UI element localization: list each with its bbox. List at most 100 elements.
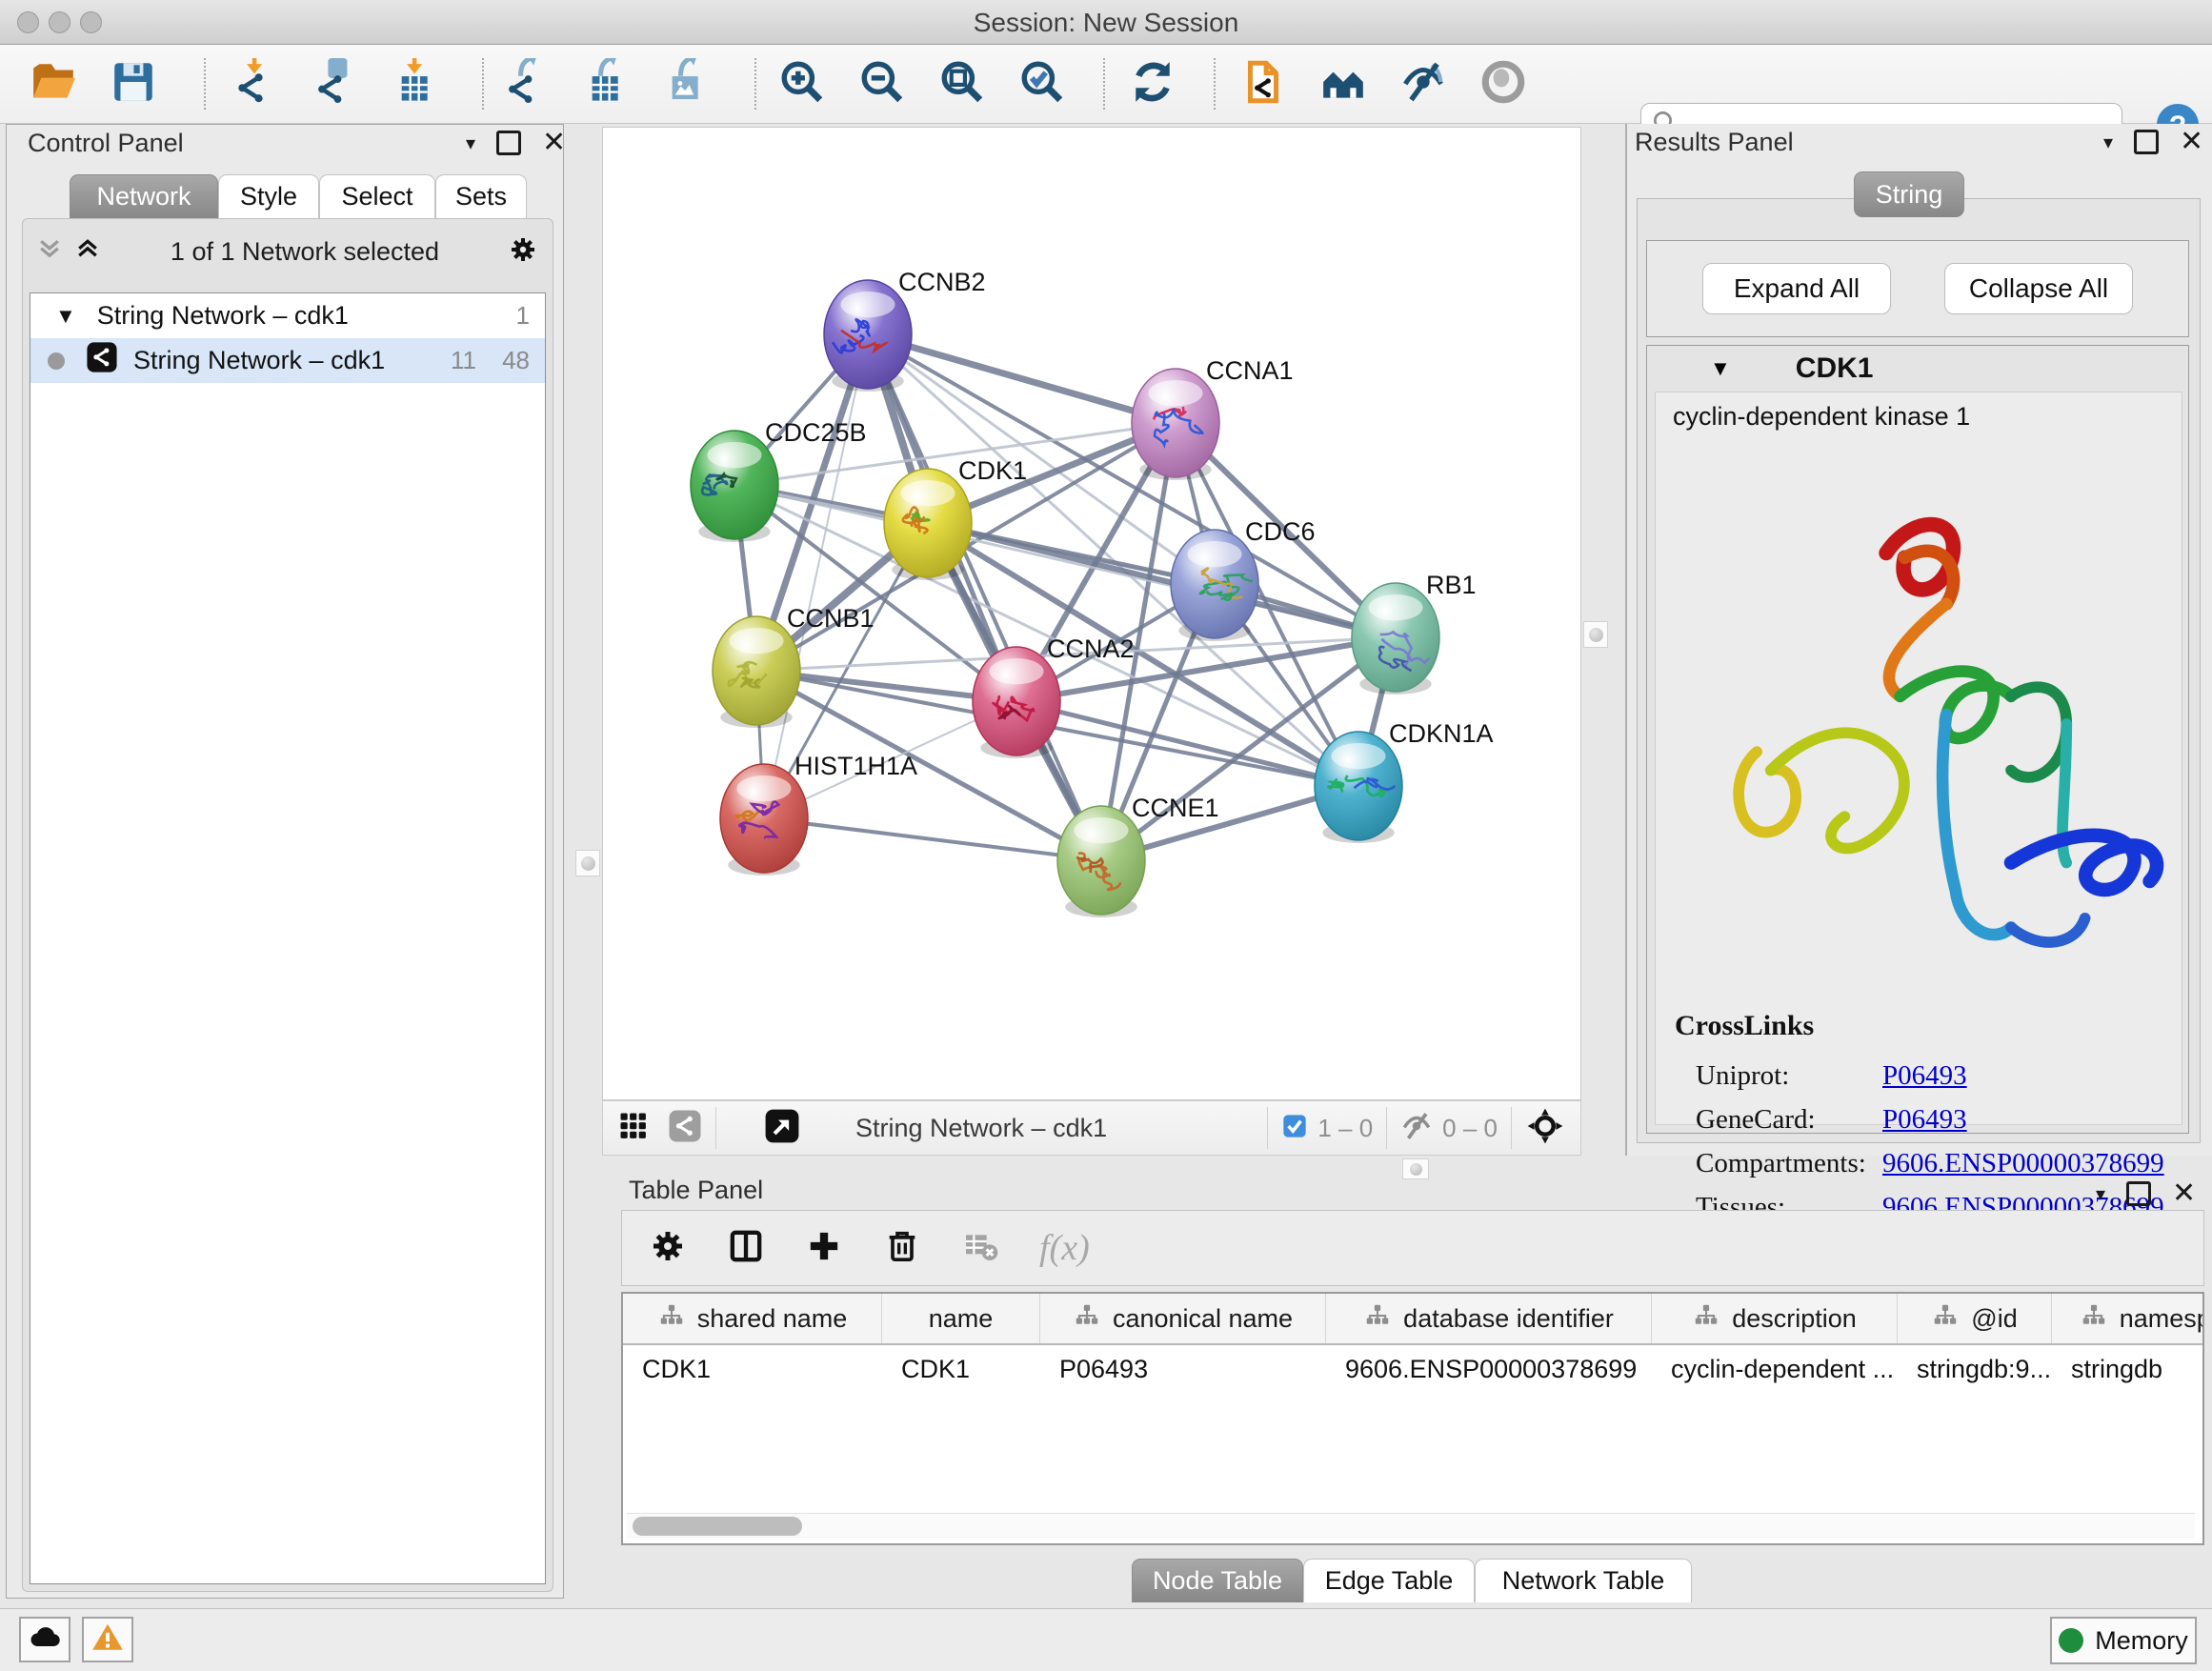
refresh-button[interactable] — [1128, 59, 1177, 109]
column-header-name[interactable]: name — [882, 1294, 1040, 1343]
selected-checkbox-icon[interactable] — [1281, 1113, 1308, 1144]
network-options-gear-icon[interactable] — [508, 234, 538, 270]
table-cell[interactable]: cyclin-dependent ... — [1652, 1355, 1898, 1384]
network-node-CDKN1A[interactable]: CDKN1A — [1315, 719, 1494, 843]
collapse-all-networks-icon[interactable] — [35, 235, 64, 269]
save-session-button[interactable] — [109, 59, 158, 109]
main-toolbar: ? — [0, 45, 2212, 124]
hidden-eye-slash-icon[interactable] — [1400, 1110, 1433, 1147]
table-cell[interactable]: 9606.ENSP00000378699 — [1326, 1355, 1652, 1384]
tab-node-table[interactable]: Node Table — [1132, 1559, 1303, 1602]
column-header-canonical-name[interactable]: canonical name — [1040, 1294, 1326, 1343]
crosslink-link[interactable]: P06493 — [1882, 1104, 1967, 1136]
table-row[interactable]: CDK1CDK1P064939606.ENSP00000378699cyclin… — [623, 1345, 2202, 1393]
column-header-@id[interactable]: @id — [1898, 1294, 2052, 1343]
show-columns-button[interactable] — [727, 1227, 765, 1270]
panel-float-icon[interactable] — [2126, 1181, 2151, 1206]
column-header-namespace[interactable]: namespace — [2052, 1294, 2204, 1343]
table-horizontal-scrollbar[interactable] — [627, 1513, 2195, 1539]
tab-edge-table[interactable]: Edge Table — [1303, 1559, 1475, 1602]
string-home-button[interactable] — [1318, 59, 1368, 109]
network-node-HIST1H1A[interactable]: HIST1H1A — [720, 752, 917, 876]
zoom-selected-button[interactable] — [1017, 59, 1067, 109]
gene-name: CDK1 — [1796, 352, 1874, 385]
export-image-button[interactable] — [663, 59, 713, 109]
tab-network-table[interactable]: Network Table — [1475, 1559, 1692, 1602]
panel-collapse-icon[interactable]: ▾ — [2103, 131, 2113, 154]
network-node-CDC25B[interactable]: CDC25B — [691, 418, 867, 542]
import-network-button[interactable] — [232, 59, 282, 109]
right-splitter-handle[interactable] — [1583, 621, 1608, 648]
panel-close-icon[interactable]: ✕ — [2180, 132, 2203, 151]
section-expander-icon[interactable]: ▼ — [1710, 356, 1731, 381]
bottom-splitter-handle[interactable] — [1402, 1158, 1429, 1179]
delete-table-button[interactable] — [961, 1227, 999, 1270]
panel-close-icon[interactable]: ✕ — [2172, 1184, 2196, 1203]
table-options-button[interactable] — [649, 1227, 687, 1270]
panel-float-icon[interactable] — [2134, 130, 2159, 154]
network-view-canvas[interactable]: CCNB2 CCNA1 CDC25B CDK1 CDC6 — [602, 127, 1581, 1100]
memory-button[interactable]: Memory — [2050, 1617, 2197, 1664]
column-header-shared-name[interactable]: shared name — [623, 1294, 882, 1343]
function-builder-button[interactable]: f(x) — [1039, 1227, 1090, 1269]
column-header-description[interactable]: description — [1652, 1294, 1898, 1343]
node-label: CCNB2 — [898, 268, 986, 296]
tab-select[interactable]: Select — [319, 174, 435, 218]
tab-style[interactable]: Style — [218, 174, 319, 218]
node-table[interactable]: shared namenamecanonical namedatabase id… — [621, 1292, 2204, 1545]
collection-expander-icon[interactable]: ▼ — [55, 304, 76, 329]
export-network-button[interactable] — [503, 59, 553, 109]
expand-all-networks-icon[interactable] — [73, 235, 102, 269]
network-edge[interactable] — [928, 523, 1396, 637]
delete-columns-button[interactable] — [883, 1227, 921, 1270]
create-column-button[interactable] — [805, 1227, 843, 1270]
scrollbar-thumb[interactable] — [633, 1517, 802, 1536]
network-edge[interactable] — [764, 818, 1101, 860]
grid-view-icon[interactable] — [616, 1109, 651, 1148]
network-edge[interactable] — [868, 334, 1101, 860]
network-graph[interactable]: CCNB2 CCNA1 CDC25B CDK1 CDC6 — [603, 128, 1580, 1099]
panel-collapse-icon[interactable]: ▾ — [2096, 1182, 2105, 1206]
open-session-button[interactable] — [29, 59, 78, 109]
tab-network[interactable]: Network — [70, 174, 218, 218]
node-label: CCNB1 — [787, 604, 875, 633]
network-row[interactable]: String Network – cdk1 11 48 — [30, 338, 545, 383]
table-cell[interactable]: P06493 — [1040, 1355, 1326, 1384]
network-selector-bar: 1 of 1 Network selected — [22, 230, 552, 273]
table-cell[interactable]: stringdb:9... — [1898, 1355, 2052, 1384]
zoom-fit-button[interactable] — [937, 59, 987, 109]
table-cell[interactable]: stringdb — [2052, 1355, 2204, 1384]
network-collection-row[interactable]: ▼ String Network – cdk1 1 — [30, 293, 545, 338]
expand-all-button[interactable]: Expand All — [1702, 263, 1891, 314]
crosslink-link[interactable]: 9606.ENSP00000378699 — [1882, 1148, 2164, 1179]
import-table-button[interactable] — [392, 59, 442, 109]
show-details-button[interactable] — [1478, 59, 1528, 109]
network-node-CCNE1[interactable]: CCNE1 — [1057, 794, 1219, 917]
export-table-button[interactable] — [583, 59, 633, 109]
table-cell[interactable]: CDK1 — [623, 1355, 882, 1384]
warnings-button[interactable] — [82, 1617, 133, 1662]
tab-sets[interactable]: Sets — [435, 174, 527, 218]
panel-close-icon[interactable]: ✕ — [542, 133, 566, 152]
crosslink-link[interactable]: P06493 — [1882, 1060, 1967, 1092]
birds-eye-view-icon[interactable] — [1525, 1106, 1565, 1151]
cloud-status-button[interactable] — [19, 1617, 70, 1662]
zoom-out-button[interactable] — [857, 59, 907, 109]
share-document-button[interactable] — [1238, 59, 1288, 109]
collapse-all-button[interactable]: Collapse All — [1944, 263, 2133, 314]
zoom-in-button[interactable] — [777, 59, 827, 109]
detach-view-icon[interactable] — [764, 1108, 800, 1149]
network-node-RB1[interactable]: RB1 — [1352, 571, 1477, 695]
left-splitter-handle[interactable] — [575, 850, 600, 876]
network-view-icon[interactable] — [668, 1109, 702, 1148]
hide-graphics-button[interactable] — [1398, 59, 1448, 109]
column-header-database-identifier[interactable]: database identifier — [1326, 1294, 1652, 1343]
network-node-CDK1[interactable]: CDK1 — [884, 456, 1027, 580]
gene-section-header[interactable]: ▼ CDK1 — [1647, 346, 2188, 392]
panel-collapse-icon[interactable]: ▾ — [466, 131, 475, 155]
tab-string[interactable]: String — [1854, 171, 1964, 217]
table-cell[interactable]: CDK1 — [882, 1355, 1040, 1384]
network-node-CCNB2[interactable]: CCNB2 — [824, 268, 986, 392]
panel-float-icon[interactable] — [496, 131, 521, 155]
import-database-button[interactable] — [312, 59, 362, 109]
